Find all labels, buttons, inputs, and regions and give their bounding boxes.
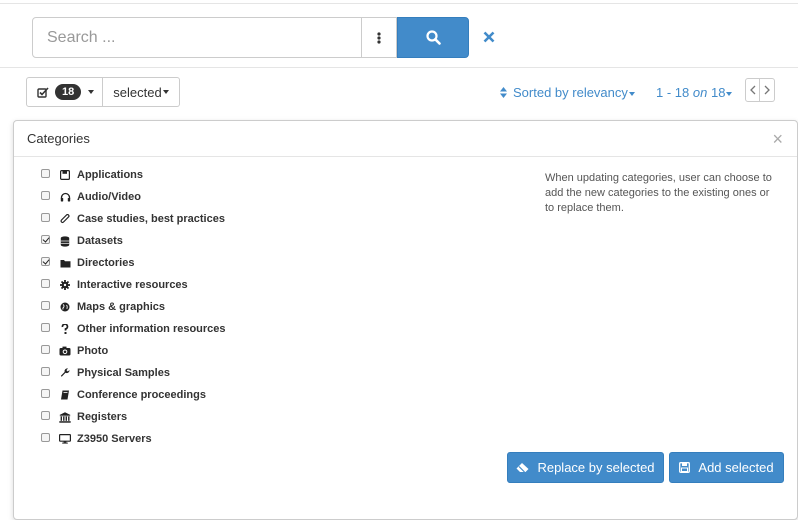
category-label: Photo [77, 345, 109, 357]
category-item: Physical Samples [41, 362, 226, 384]
category-label: Registers [77, 411, 128, 423]
search-options-button[interactable] [362, 17, 397, 58]
category-item: Maps & graphics [41, 296, 226, 318]
category-label: Directories [77, 257, 135, 269]
category-list: Applications Audio/Video Case studies, bes… [41, 164, 226, 450]
sort-dropdown[interactable]: Sorted by relevancy [500, 85, 635, 100]
chevron-down-icon [628, 91, 635, 96]
paperclip-icon [58, 213, 72, 225]
chevron-down-icon [88, 90, 95, 94]
category-label: Conference proceedings [77, 389, 206, 401]
category-item: Other information resources [41, 318, 226, 340]
category-item: Audio/Video [41, 186, 226, 208]
category-checkbox[interactable] [41, 389, 50, 398]
search-icon [425, 30, 441, 45]
selected-actions-button[interactable]: selected [103, 77, 180, 107]
category-label: Applications [77, 169, 144, 181]
categories-panel: Categories × Applications Audio/Video Case… [13, 120, 798, 520]
selection-toolbar: 18 selected [26, 77, 180, 107]
checkbox-icon [37, 86, 49, 98]
cog-icon [58, 279, 72, 291]
category-checkbox[interactable] [41, 411, 50, 420]
category-checkbox[interactable] [41, 191, 50, 200]
database-icon [58, 235, 72, 247]
category-checkbox[interactable] [41, 301, 50, 310]
category-item: Directories [41, 252, 226, 274]
category-item: Case studies, best practices [41, 208, 226, 230]
sort-icon [500, 87, 507, 98]
save-icon [58, 169, 72, 181]
folder-icon [58, 257, 72, 269]
replace-label: Replace by selected [537, 460, 655, 475]
search-input[interactable] [32, 17, 362, 58]
category-checkbox[interactable] [41, 433, 50, 442]
category-checkbox[interactable] [41, 323, 50, 332]
bank-icon [58, 411, 72, 423]
top-divider [0, 3, 798, 4]
chevron-right-icon [764, 85, 770, 95]
category-label: Z3950 Servers [77, 433, 152, 445]
category-checkbox[interactable] [41, 257, 50, 266]
category-label: Interactive resources [77, 279, 188, 291]
pagination-total: 18 [710, 85, 726, 100]
category-item: Applications [41, 164, 226, 186]
replace-by-selected-button[interactable]: Replace by selected [507, 452, 664, 483]
category-checkbox[interactable] [41, 213, 50, 222]
category-label: Maps & graphics [77, 301, 166, 313]
category-label: Physical Samples [77, 367, 170, 379]
globe-icon [58, 301, 72, 313]
category-label: Case studies, best practices [77, 213, 225, 225]
previous-page-button[interactable] [745, 78, 760, 102]
next-page-button[interactable] [760, 78, 775, 102]
chevron-left-icon [749, 85, 755, 95]
headphones-icon [58, 191, 72, 203]
category-label: Datasets [77, 235, 123, 247]
category-checkbox[interactable] [41, 345, 50, 354]
category-item: Datasets [41, 230, 226, 252]
wrench-icon [58, 367, 72, 379]
desktop-icon [58, 433, 72, 445]
panel-header: Categories × [14, 121, 797, 157]
chevron-down-icon [726, 91, 733, 96]
category-item: Interactive resources [41, 274, 226, 296]
search-divider [0, 67, 798, 68]
select-dropdown-button[interactable]: 18 [26, 77, 103, 107]
pagination-range: 1 - 18 [656, 85, 690, 100]
save-icon [679, 462, 691, 473]
eraser-icon [516, 462, 529, 472]
category-item: Conference proceedings [41, 384, 226, 406]
close-icon [483, 31, 495, 43]
search-button[interactable] [397, 17, 469, 58]
book-icon [58, 389, 72, 401]
category-checkbox[interactable] [41, 279, 50, 288]
pagination-on: on [692, 85, 708, 100]
vertical-ellipsis-icon [377, 31, 381, 44]
chevron-down-icon [162, 90, 169, 94]
category-checkbox[interactable] [41, 169, 50, 178]
add-selected-button[interactable]: Add selected [669, 452, 784, 483]
category-item: Registers [41, 406, 226, 428]
panel-close-button[interactable]: × [772, 130, 783, 148]
category-item: Photo [41, 340, 226, 362]
add-label: Add selected [698, 460, 774, 475]
help-text: When updating categories, user can choos… [545, 172, 772, 214]
search-bar [32, 17, 469, 58]
category-label: Audio/Video [77, 191, 141, 203]
sort-label: Sorted by relevancy [513, 85, 628, 100]
clear-search-button[interactable] [480, 28, 498, 46]
camera-icon [58, 345, 72, 357]
selected-actions-label: selected [113, 84, 162, 100]
category-checkbox[interactable] [41, 235, 50, 244]
category-checkbox[interactable] [41, 367, 50, 376]
panel-title: Categories [27, 131, 90, 146]
category-label: Other information resources [77, 323, 226, 335]
pagination-dropdown[interactable]: 1 - 18 on 18 [656, 85, 733, 100]
category-item: Z3950 Servers [41, 428, 226, 450]
question-icon [58, 323, 72, 335]
selected-count-badge: 18 [55, 84, 82, 100]
page-nav [745, 78, 775, 102]
